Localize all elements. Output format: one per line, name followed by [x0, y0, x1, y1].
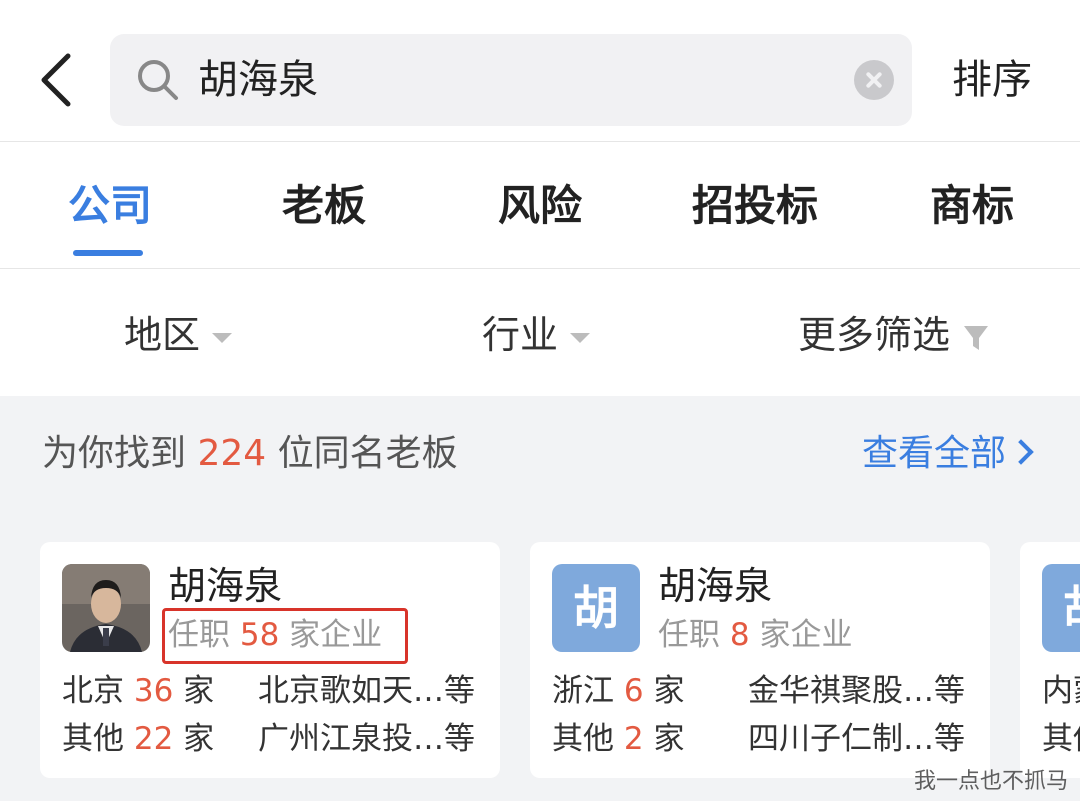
clear-icon[interactable]	[854, 60, 894, 100]
tab-company[interactable]: 公司	[68, 181, 152, 231]
row-region: 其他	[62, 721, 124, 757]
row-unit: 家	[653, 673, 685, 709]
top-bar: 胡海泉 排序	[0, 0, 1080, 142]
boss-card[interactable]: 胡 内蒙 其他	[1020, 542, 1080, 778]
region-row: 北京 36 家 北京歌如天…等	[62, 672, 475, 710]
row-company: 北京歌如天…等	[258, 673, 475, 709]
filter-bar: 地区 行业 更多筛选	[0, 270, 1080, 396]
active-tab-indicator	[73, 250, 143, 256]
row-company: 广州江泉投…等	[258, 721, 475, 757]
watermark: 我一点也不抓马	[913, 769, 1068, 794]
boss-card[interactable]: 胡海泉 任职 58 家企业 北京 36 家 北京歌如天…等 其他 22 家 广州…	[40, 542, 500, 778]
funnel-icon	[964, 325, 989, 350]
avatar: 胡	[1042, 564, 1080, 652]
position-suffix: 家企业	[759, 617, 853, 653]
row-region: 北京	[62, 673, 124, 709]
search-query[interactable]: 胡海泉	[198, 56, 318, 104]
tab-trademark[interactable]: 商标	[930, 181, 1014, 231]
boss-cards: 胡海泉 任职 58 家企业 北京 36 家 北京歌如天…等 其他 22 家 广州…	[0, 512, 1080, 801]
highlight-box	[162, 608, 408, 664]
row-count: 22	[133, 721, 174, 757]
region-row: 浙江 6 家 金华祺聚股…等	[552, 672, 965, 710]
row-company: 金华祺聚股…等	[748, 673, 965, 709]
more-filters[interactable]: 更多筛选	[798, 312, 990, 358]
row-unit: 家	[653, 721, 685, 757]
position-count: 任职 8 家企业	[658, 616, 852, 654]
row-region: 浙江	[552, 673, 614, 709]
boss-name: 胡海泉	[658, 564, 773, 608]
region-row: 其他	[1042, 720, 1080, 758]
position-number: 8	[729, 617, 750, 653]
view-all-label: 查看全部	[862, 433, 1007, 474]
sort-button[interactable]: 排序	[952, 56, 1032, 104]
avatar-photo	[62, 564, 150, 652]
industry-filter[interactable]: 行业	[482, 312, 591, 358]
row-unit: 家	[183, 673, 215, 709]
tab-risk[interactable]: 风险	[498, 181, 582, 231]
same-name-banner: 为你找到 224 位同名老板 查看全部	[0, 396, 1080, 512]
banner-count: 224	[197, 433, 267, 474]
search-input[interactable]: 胡海泉	[110, 34, 912, 126]
row-company: 四川子仁制…等	[748, 721, 965, 757]
banner-prefix: 为你找到	[42, 433, 187, 474]
row-region: 内蒙	[1042, 673, 1080, 709]
avatar: 胡	[552, 564, 640, 652]
category-tabs: 公司 老板 风险 招投标 商标	[0, 143, 1080, 269]
row-region: 其他	[1042, 721, 1080, 757]
search-icon	[138, 60, 178, 100]
row-count: 6	[623, 673, 644, 709]
tab-bidding[interactable]: 招投标	[692, 181, 818, 231]
back-arrow-icon[interactable]	[34, 50, 78, 110]
view-all-link[interactable]: 查看全部	[862, 432, 1034, 476]
industry-filter-label: 行业	[482, 313, 559, 357]
region-filter[interactable]: 地区	[124, 312, 233, 358]
boss-name: 胡海泉	[168, 564, 283, 608]
region-row: 其他 22 家 广州江泉投…等	[62, 720, 475, 758]
chevron-right-icon	[1008, 439, 1034, 465]
region-row: 其他 2 家 四川子仁制…等	[552, 720, 965, 758]
row-count: 36	[133, 673, 174, 709]
position-prefix: 任职	[658, 617, 720, 653]
same-name-count-text: 为你找到 224 位同名老板	[42, 432, 458, 476]
more-filters-label: 更多筛选	[798, 313, 951, 357]
tab-boss[interactable]: 老板	[282, 181, 366, 231]
row-count: 2	[623, 721, 644, 757]
caret-down-icon	[570, 332, 591, 343]
row-unit: 家	[183, 721, 215, 757]
region-filter-label: 地区	[124, 313, 201, 357]
caret-down-icon	[212, 332, 233, 343]
boss-card[interactable]: 胡 胡海泉 任职 8 家企业 浙江 6 家 金华祺聚股…等 其他 2 家 四川子…	[530, 542, 990, 778]
banner-suffix: 位同名老板	[277, 433, 458, 474]
row-region: 其他	[552, 721, 614, 757]
region-row: 内蒙	[1042, 672, 1080, 710]
avatar	[62, 564, 150, 652]
